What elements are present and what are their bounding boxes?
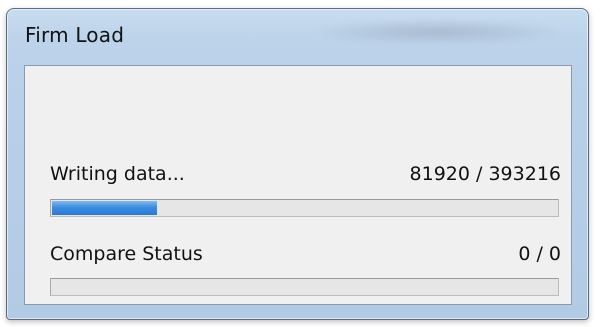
firm-load-dialog: Firm Load Writing data... 81920 / 393216… bbox=[6, 8, 589, 320]
writing-data-count: 81920 / 393216 bbox=[409, 163, 561, 185]
compare-progress-bar bbox=[50, 278, 559, 296]
window-title: Firm Load bbox=[25, 23, 125, 47]
title-bar[interactable]: Firm Load bbox=[7, 9, 588, 59]
write-progress-fill bbox=[52, 201, 158, 215]
compare-status-count: 0 / 0 bbox=[518, 243, 561, 265]
title-bar-blur bbox=[307, 19, 567, 45]
write-progress-bar bbox=[50, 199, 559, 217]
compare-status-label: Compare Status bbox=[50, 243, 203, 265]
dialog-content: Writing data... 81920 / 393216 Compare S… bbox=[24, 65, 572, 305]
writing-data-label: Writing data... bbox=[50, 163, 185, 185]
